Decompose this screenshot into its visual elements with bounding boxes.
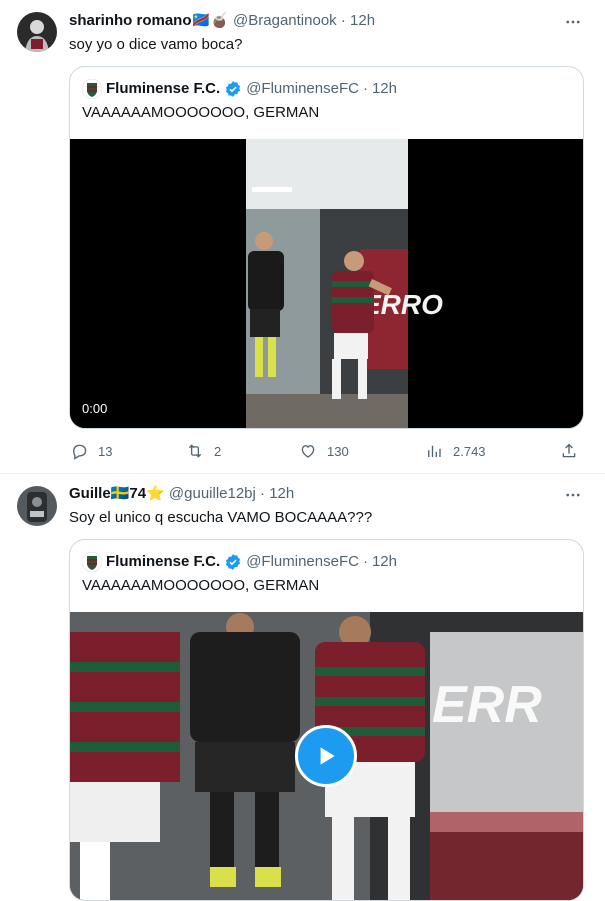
tweet-actions: 13 2 130 2.743 <box>70 441 585 461</box>
quote-text: VAAAAAAMOOOOOOO, GERMAN <box>82 104 320 121</box>
timestamp[interactable]: 12h <box>350 12 375 29</box>
handle[interactable]: @guuille12bj <box>169 485 256 502</box>
quote-video[interactable]: ERR <box>70 612 583 900</box>
quote-separator: · <box>362 80 368 97</box>
reply-icon <box>73 444 87 460</box>
avatar-sharinho[interactable] <box>17 12 57 52</box>
like-button[interactable]: 130 <box>299 441 349 461</box>
timestamp[interactable]: 12h <box>269 485 294 502</box>
handle[interactable]: @Bragantinook <box>233 12 337 29</box>
play-button[interactable] <box>295 725 357 787</box>
share-icon <box>562 443 576 458</box>
retweet-button[interactable]: 2 <box>186 441 221 461</box>
quote-handle[interactable]: @FluminenseFC <box>246 552 359 572</box>
views-icon <box>428 445 441 457</box>
svg-text:ERR: ERR <box>432 676 542 734</box>
views-count: 2.743 <box>453 443 486 459</box>
quote-display-name[interactable]: Fluminense F.C. <box>106 79 220 99</box>
quote-timestamp[interactable]: 12h <box>372 79 397 99</box>
retweet-icon <box>188 444 202 458</box>
quoted-tweet[interactable]: Fluminense F.C. @FluminenseFC · 12h VAAA… <box>69 539 584 901</box>
more-dots-icon[interactable] <box>563 12 583 32</box>
quote-separator: · <box>362 553 368 570</box>
fluminense-logo-icon <box>81 78 103 100</box>
views-button[interactable]: 2.743 <box>425 441 486 461</box>
verified-badge-icon <box>226 554 241 570</box>
display-name[interactable]: sharinho romano <box>69 12 192 29</box>
quote-header: Fluminense F.C. @FluminenseFC · 12h <box>81 551 397 573</box>
tweet-header: Guille🇸🇪74⭐ @guuille12bj · 12h <box>69 484 294 504</box>
tweet-text: soy yo o dice vamo boca? <box>69 36 243 53</box>
name-emojis: 🇸🇪74⭐ <box>110 485 165 502</box>
like-count: 130 <box>327 443 349 459</box>
quote-text: VAAAAAAMOOOOOOO, GERMAN <box>82 577 320 594</box>
display-name[interactable]: Guille <box>69 485 111 502</box>
tweet-text: Soy el unico q escucha VAMO BOCAAAA??? <box>69 509 373 526</box>
avatar-guille[interactable] <box>17 486 57 526</box>
verified-badge-icon <box>226 81 241 97</box>
heart-icon <box>301 445 315 458</box>
quote-header: Fluminense F.C. @FluminenseFC · 12h <box>81 78 397 100</box>
fluminense-logo-icon <box>81 551 103 573</box>
share-button[interactable] <box>560 441 588 461</box>
separator: · <box>260 485 266 502</box>
quoted-tweet[interactable]: Fluminense F.C. @FluminenseFC · 12h VAAA… <box>69 66 584 429</box>
play-icon <box>320 747 335 765</box>
name-emojis: 🇨🇩🧉 <box>191 12 229 29</box>
video-timecode: 0:00 <box>82 401 108 416</box>
quote-handle[interactable]: @FluminenseFC <box>246 79 359 99</box>
quote-display-name[interactable]: Fluminense F.C. <box>106 552 220 572</box>
reply-button[interactable]: 13 <box>70 441 112 461</box>
video-frame: ERRO <box>70 139 583 428</box>
quote-timestamp[interactable]: 12h <box>372 552 397 572</box>
tweet-1[interactable]: sharinho romano🇨🇩🧉 @Bragantinook · 12h s… <box>0 0 605 473</box>
tweet-header: sharinho romano🇨🇩🧉 @Bragantinook · 12h <box>69 11 375 31</box>
tweet-2[interactable]: Guille🇸🇪74⭐ @guuille12bj · 12h Soy el un… <box>0 474 605 901</box>
svg-text:ERRO: ERRO <box>362 289 443 320</box>
separator: · <box>340 12 346 29</box>
reply-count: 13 <box>98 443 113 459</box>
retweet-count: 2 <box>214 443 222 459</box>
more-dots-icon[interactable] <box>563 485 583 505</box>
quote-video[interactable]: ERRO 0:00 <box>70 139 583 428</box>
